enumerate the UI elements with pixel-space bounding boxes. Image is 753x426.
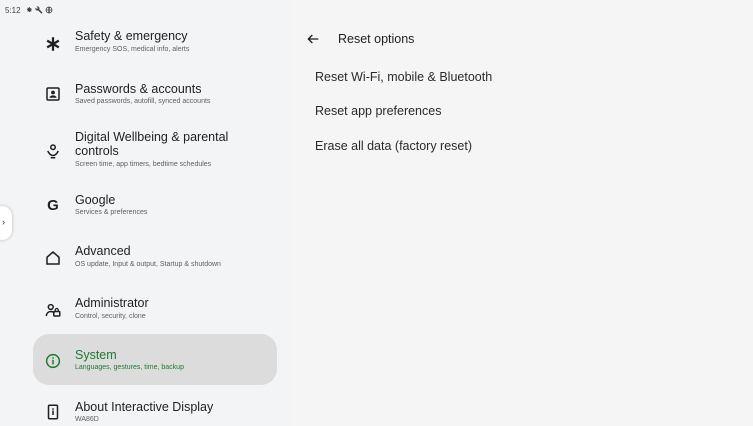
- settings-gear-icon: [26, 7, 32, 13]
- sidebar-item-subtitle: Saved passwords, autofill, synced accoun…: [75, 98, 211, 105]
- sidebar-item-about[interactable]: About Interactive Display WA86D: [33, 396, 277, 426]
- sidebar-item-subtitle: Screen time, app timers, bedtime schedul…: [75, 161, 212, 168]
- sidebar-item-subtitle: WA86D: [75, 416, 99, 423]
- sidebar-item-google[interactable]: G Google Services & preferences: [33, 189, 277, 223]
- sidebar-item-subtitle: Languages, gestures, time, backup: [75, 364, 184, 371]
- admin-icon: [44, 301, 62, 319]
- wellbeing-icon: [44, 142, 62, 160]
- sidebar-item-title: Digital Wellbeing & parental controls: [75, 130, 229, 158]
- factory-reset-option[interactable]: Erase all data (factory reset): [315, 139, 735, 154]
- sidebar-item-subtitle: Control, security, clone: [75, 313, 146, 320]
- status-time: 5:12: [5, 5, 21, 15]
- info-icon: [44, 352, 62, 370]
- home-outline-icon: [44, 249, 62, 267]
- sidebar-item-title: About Interactive Display: [75, 400, 214, 414]
- sidebar-item-title: Safety & emergency: [75, 29, 188, 43]
- sidebar-expand-handle[interactable]: ›: [0, 206, 12, 240]
- reset-wifi-mobile-bluetooth-option[interactable]: Reset Wi-Fi, mobile & Bluetooth: [315, 70, 735, 85]
- back-arrow-icon: [307, 34, 319, 44]
- sidebar-item-advanced[interactable]: Advanced OS update, Input & output, Star…: [33, 240, 277, 274]
- sidebar-item-subtitle: Services & preferences: [75, 209, 148, 216]
- settings-sidebar: Safety & emergency Emergency SOS, medica…: [0, 0, 291, 426]
- status-bar: 5:12: [0, 0, 753, 20]
- sidebar-item-title: Advanced: [75, 244, 131, 258]
- asterisk-icon: [44, 35, 62, 53]
- sidebar-item-subtitle: Emergency SOS, medical info, alerts: [75, 46, 190, 53]
- sidebar-item-safety-emergency[interactable]: Safety & emergency Emergency SOS, medica…: [33, 26, 277, 64]
- globe-icon: [45, 6, 52, 14]
- sidebar-item-title: Administrator: [75, 296, 149, 310]
- page-title: Reset options: [338, 32, 415, 46]
- device-info-icon: [44, 403, 62, 421]
- sidebar-item-digital-wellbeing[interactable]: Digital Wellbeing & parental controls Sc…: [33, 127, 277, 175]
- sidebar-item-title: Passwords & accounts: [75, 82, 202, 96]
- status-icons: [25, 6, 53, 14]
- sidebar-item-administrator[interactable]: Administrator Control, security, clone: [33, 292, 277, 326]
- google-icon: G: [47, 197, 59, 214]
- back-arrow-button[interactable]: [305, 31, 321, 47]
- reset-app-preferences-option[interactable]: Reset app preferences: [315, 104, 735, 119]
- account-box-icon: [44, 85, 62, 103]
- sidebar-item-system[interactable]: System Languages, gestures, time, backup: [33, 334, 277, 385]
- sidebar-item-title: Google: [75, 193, 116, 207]
- reset-options-panel: Reset options Reset Wi-Fi, mobile & Blue…: [291, 0, 753, 426]
- chevron-right-icon: ›: [2, 217, 5, 227]
- sidebar-item-subtitle: OS update, Input & output, Startup & shu…: [75, 261, 221, 268]
- sidebar-item-title: System: [75, 348, 117, 362]
- wrench-icon: [34, 6, 43, 14]
- sidebar-item-passwords-accounts[interactable]: Passwords & accounts Saved passwords, au…: [33, 78, 277, 116]
